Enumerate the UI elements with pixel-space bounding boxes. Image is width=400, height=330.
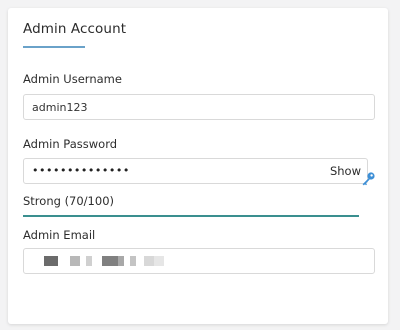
email-obscured-value bbox=[44, 256, 164, 266]
show-password-button[interactable]: Show bbox=[330, 164, 361, 178]
card-title: Admin Account bbox=[23, 21, 127, 37]
username-value: admin123 bbox=[32, 100, 88, 114]
email-input[interactable] bbox=[23, 248, 375, 274]
password-input[interactable]: •••••••••••••• Show bbox=[23, 158, 368, 184]
username-label: Admin Username bbox=[23, 72, 122, 86]
password-strength-fill bbox=[23, 215, 359, 217]
email-label: Admin Email bbox=[23, 228, 96, 242]
username-input[interactable]: admin123 bbox=[23, 94, 375, 120]
password-strength-text: Strong (70/100) bbox=[23, 194, 114, 208]
key-icon[interactable] bbox=[360, 171, 376, 187]
password-strength-bar bbox=[23, 215, 359, 217]
admin-account-card: Admin Account Admin Username admin123 Ad… bbox=[8, 8, 388, 324]
password-masked-value: •••••••••••••• bbox=[32, 163, 130, 177]
password-label: Admin Password bbox=[23, 137, 118, 151]
title-underline bbox=[23, 46, 85, 48]
